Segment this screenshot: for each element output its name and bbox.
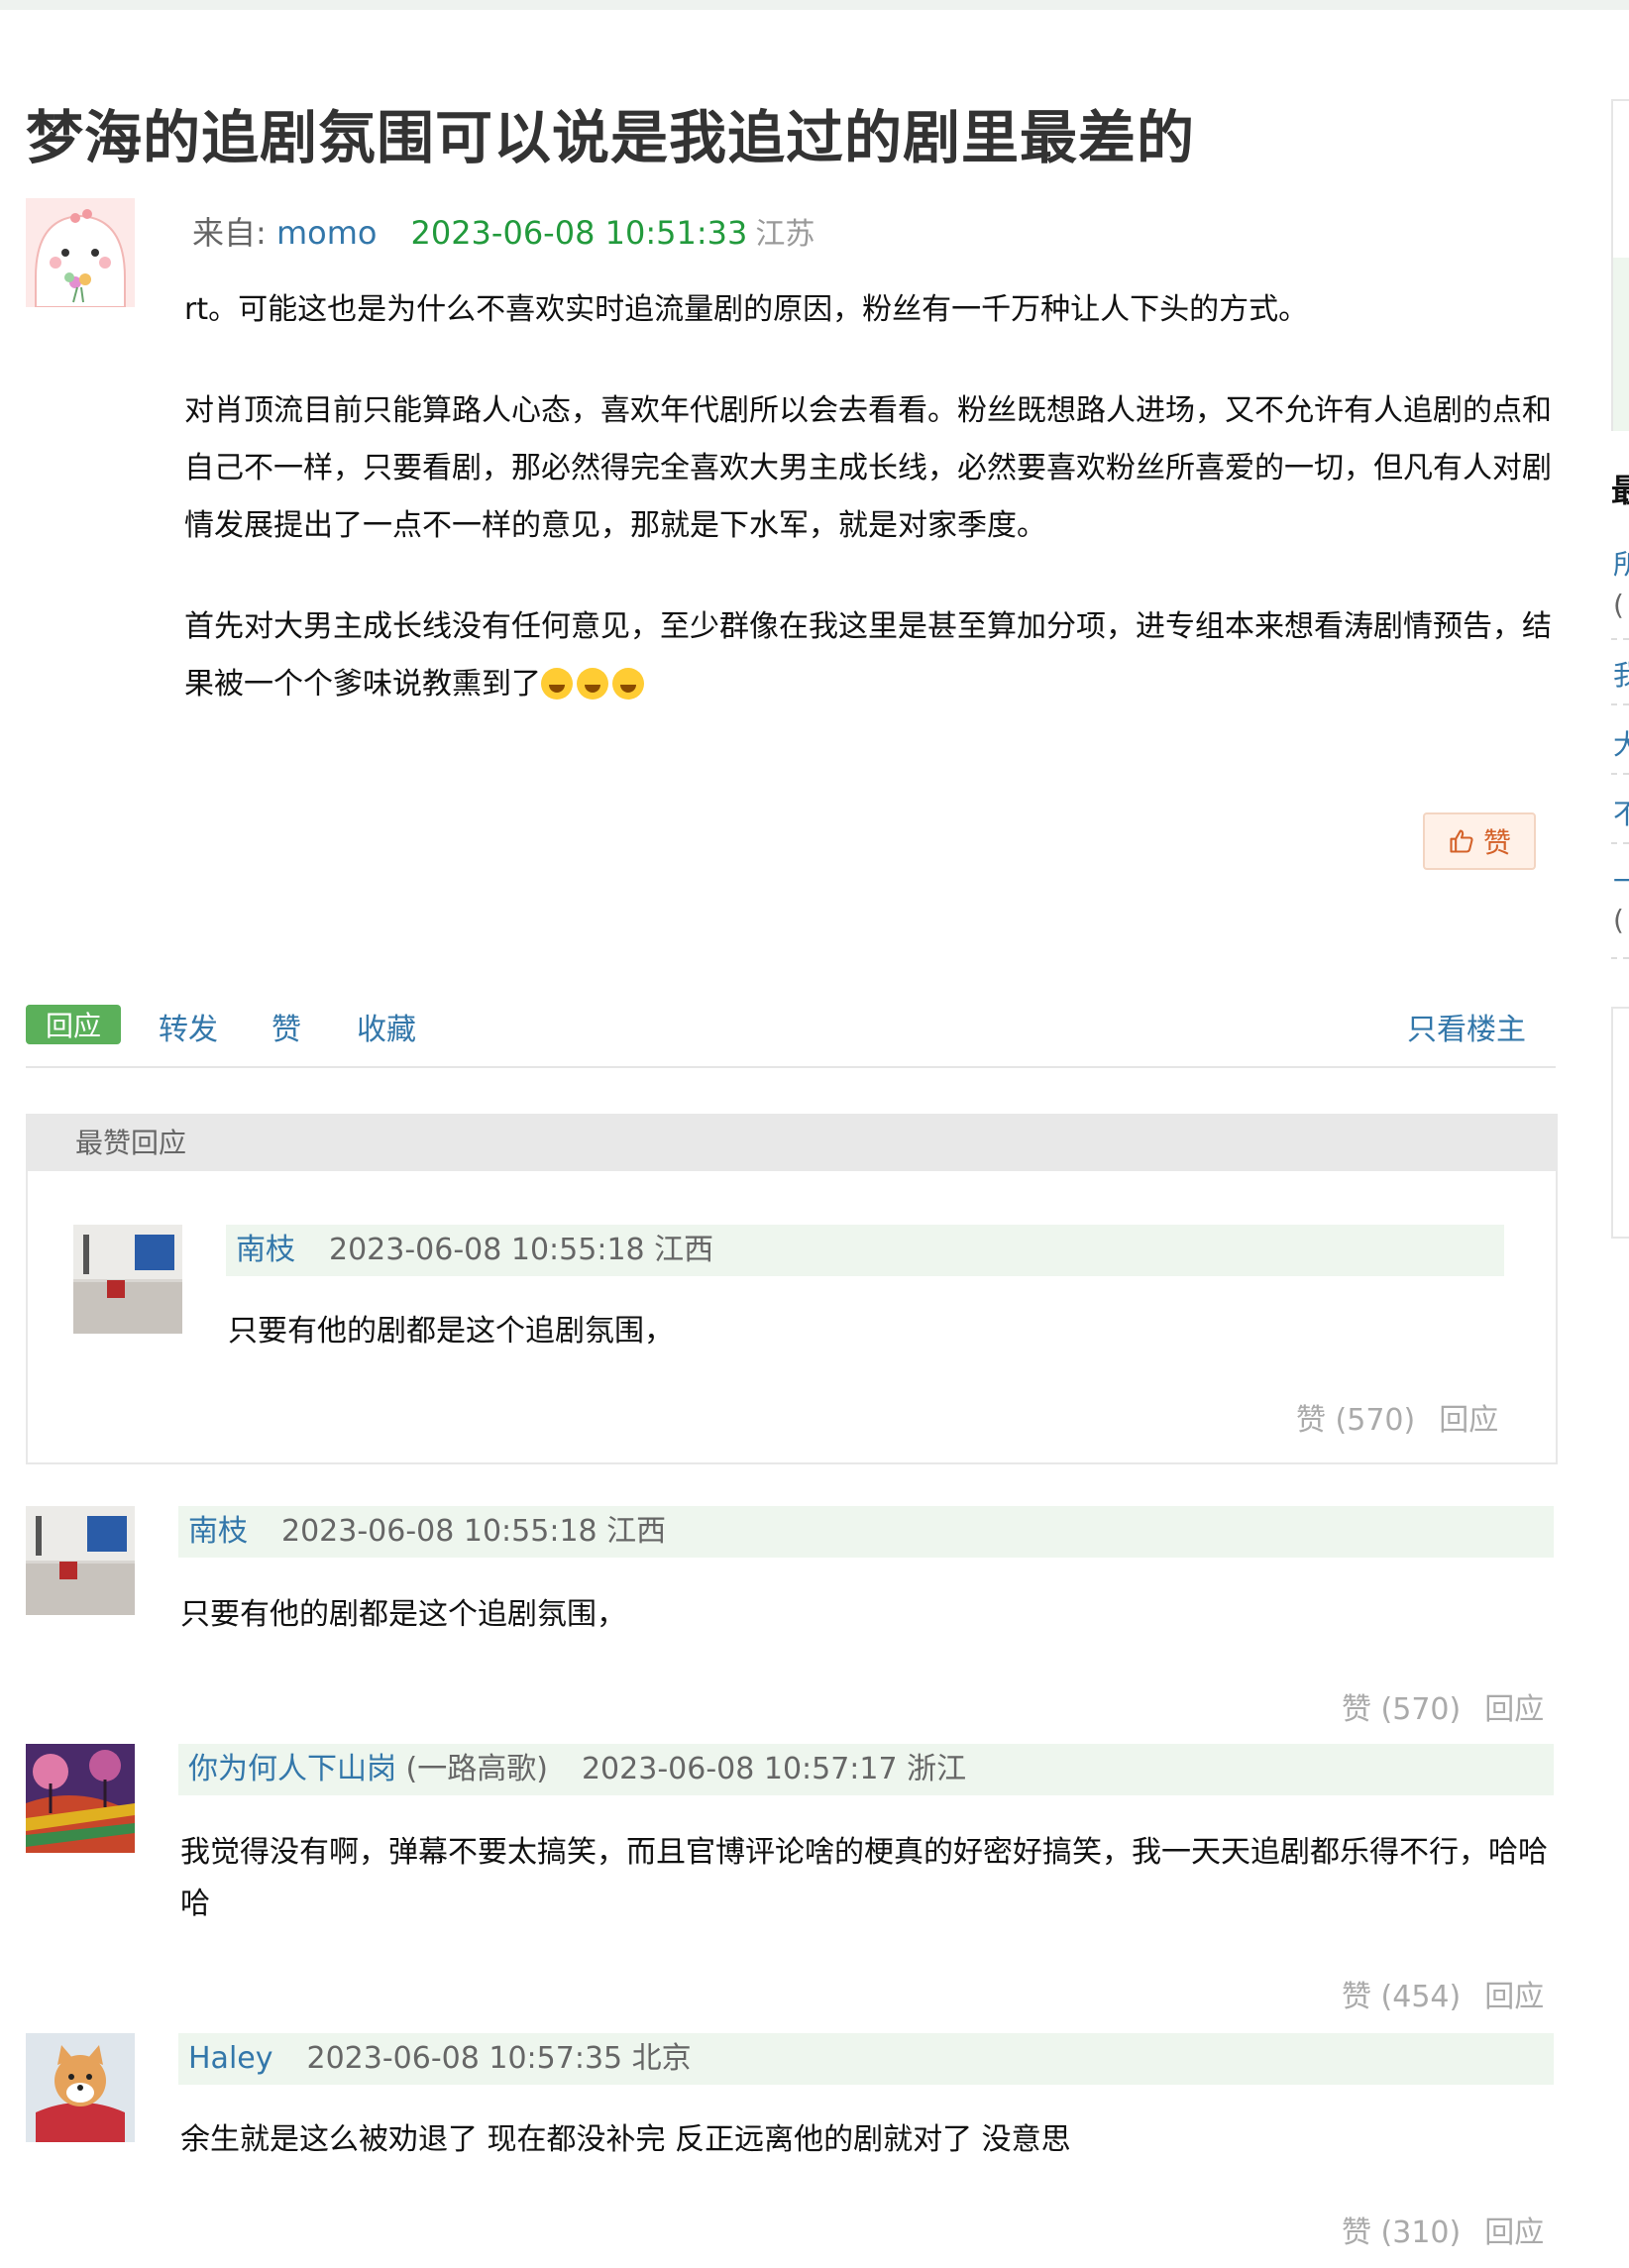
- painting-avatar: [26, 1744, 135, 1853]
- comment-like-link[interactable]: 赞 (570): [1342, 1692, 1461, 1727]
- page-title: 梦海的追剧氛围可以说是我追过的剧里最差的: [26, 104, 1196, 171]
- from-label: 来自:: [192, 214, 276, 252]
- sidebar-box: [1611, 1007, 1629, 1239]
- thumbs-up-icon: [1450, 829, 1473, 853]
- top-bar: [0, 0, 1629, 10]
- sweat-smile-emoji-icon: [612, 668, 644, 700]
- collect-link[interactable]: 收藏: [357, 1005, 416, 1048]
- comment-like-link[interactable]: 赞 (310): [1342, 2215, 1461, 2250]
- author-link[interactable]: momo: [276, 214, 378, 252]
- reply-button[interactable]: 回应: [26, 1005, 121, 1044]
- comment-text: 我觉得没有啊，弹幕不要太搞笑，而且官博评论啥的梗真的好密好搞笑，我一天天追剧都乐…: [180, 1835, 1548, 1921]
- sidebar-link-sub: (: [1613, 589, 1624, 621]
- sidebar-box: [1611, 99, 1629, 431]
- best-comment-meta: 南枝 2023-06-08 10:55:18 江西: [226, 1225, 1504, 1276]
- comment-time: 2023-06-08 10:57:17: [581, 1752, 898, 1786]
- best-comment-actions: 赞 (570) 回应: [1296, 1395, 1498, 1439]
- post-paragraph-1: rt。可能这也是为什么不喜欢实时追流量剧的原因，粉丝有一千万种让人下头的方式。: [184, 292, 1309, 327]
- post-like-button[interactable]: 赞: [1423, 812, 1536, 870]
- post-paragraph-3-text: 首先对大男主成长线没有任何意见，至少群像在我这里是甚至算加分项，进专组本来想看涛…: [184, 609, 1552, 702]
- sidebar-link[interactable]: 所: [1613, 543, 1629, 583]
- post-meta: 来自: momo 2023-06-08 10:51:33 江苏: [192, 208, 814, 254]
- sidebar-divider: [1611, 773, 1629, 775]
- post-location: 江苏: [755, 217, 815, 252]
- sidebar-link[interactable]: 不: [1613, 793, 1629, 832]
- only-author-link[interactable]: 只看楼主: [1407, 1005, 1526, 1048]
- commenter-name[interactable]: 南枝: [188, 1514, 248, 1549]
- comment-text: 余生就是这么被劝退了 现在都没补完 反正远离他的剧就对了 没意思: [180, 2122, 1071, 2157]
- sidebar-link[interactable]: 我: [1613, 654, 1629, 694]
- comment-reply-link[interactable]: 回应: [1484, 1980, 1544, 2014]
- commenter-avatar[interactable]: [26, 2033, 135, 2142]
- sidebar-divider: [1611, 638, 1629, 640]
- sidebar-link-sub: (: [1613, 904, 1624, 936]
- sidebar-heading: 最: [1611, 472, 1629, 509]
- comment-like-link[interactable]: 赞 (570): [1296, 1403, 1415, 1438]
- commenter-avatar[interactable]: [26, 1506, 135, 1615]
- comment-meta: Haley 2023-06-08 10:57:35 北京: [178, 2033, 1554, 2085]
- commenter-name[interactable]: 你为何人下山岗: [188, 1752, 396, 1786]
- post-time: 2023-06-08 10:51:33: [410, 214, 748, 252]
- forward-link[interactable]: 转发: [159, 1005, 218, 1048]
- sweat-smile-emoji-icon: [541, 668, 573, 700]
- comment-like-link[interactable]: 赞 (454): [1342, 1980, 1461, 2014]
- room-photo: [73, 1225, 182, 1334]
- sidebar-divider: [1611, 842, 1629, 844]
- comment-reply-link[interactable]: 回应: [1439, 1403, 1498, 1438]
- commenter-nickname: (一路高歌): [405, 1752, 548, 1786]
- best-comment-text: 只要有他的剧都是这个追剧氛围，: [228, 1314, 674, 1349]
- sidebar-link[interactable]: 一: [1613, 860, 1629, 900]
- comment-text: 只要有他的剧都是这个追剧氛围，: [180, 1597, 626, 1632]
- comment-location: 浙江: [907, 1752, 967, 1786]
- comment-reply-link[interactable]: 回应: [1484, 1692, 1544, 1727]
- best-replies-section: 最赞回应 南枝 2023-06-08 10:55:18 江西 只要有他的剧都是这个…: [26, 1114, 1558, 1464]
- comment-actions: 赞 (570) 回应: [1342, 1684, 1544, 1728]
- commenter-avatar[interactable]: [26, 1744, 135, 1853]
- comment-reply-link[interactable]: 回应: [1484, 2215, 1544, 2250]
- room-photo: [26, 1506, 135, 1615]
- shiba-dog-photo: [26, 2033, 135, 2142]
- comment-location: 江西: [654, 1233, 714, 1267]
- comment-time: 2023-06-08 10:55:18: [329, 1233, 645, 1267]
- comment-location: 江西: [606, 1514, 667, 1549]
- author-avatar[interactable]: [26, 198, 135, 308]
- best-replies-header: 最赞回应: [28, 1116, 1556, 1171]
- post-like-label: 赞: [1482, 826, 1511, 859]
- comment-actions: 赞 (310) 回应: [1342, 2208, 1544, 2251]
- post-actions-bar: 回应 转发 赞 收藏 只看楼主: [26, 1003, 1556, 1068]
- commenter-avatar[interactable]: [73, 1225, 182, 1334]
- like-link[interactable]: 赞: [272, 1005, 301, 1048]
- comment-location: 北京: [631, 2041, 692, 2076]
- sidebar-box-green: [1613, 258, 1629, 431]
- comment-actions: 赞 (454) 回应: [1342, 1972, 1544, 2015]
- sidebar-box-top: [1613, 99, 1629, 260]
- sidebar-divider: [1611, 703, 1629, 705]
- commenter-name[interactable]: 南枝: [236, 1233, 295, 1267]
- sidebar-link[interactable]: 大: [1613, 723, 1629, 763]
- avatar-illustration: [26, 198, 135, 308]
- post-paragraph-2: 对肖顶流目前只能算路人心态，喜欢年代剧所以会去看看。粉丝既想路人进场，又不允许有…: [184, 393, 1552, 543]
- comment-time: 2023-06-08 10:55:18: [281, 1514, 597, 1549]
- comment-time: 2023-06-08 10:57:35: [306, 2041, 623, 2076]
- comment-meta: 你为何人下山岗 (一路高歌) 2023-06-08 10:57:17 浙江: [178, 1744, 1554, 1795]
- commenter-name[interactable]: Haley: [188, 2041, 273, 2076]
- post-paragraph-3: 首先对大男主成长线没有任何意见，至少群像在我这里是甚至算加分项，进专组本来想看涛…: [184, 598, 1552, 713]
- sidebar-divider: [1611, 957, 1629, 959]
- comment-meta: 南枝 2023-06-08 10:55:18 江西: [178, 1506, 1554, 1558]
- sweat-smile-emoji-icon: [577, 668, 608, 700]
